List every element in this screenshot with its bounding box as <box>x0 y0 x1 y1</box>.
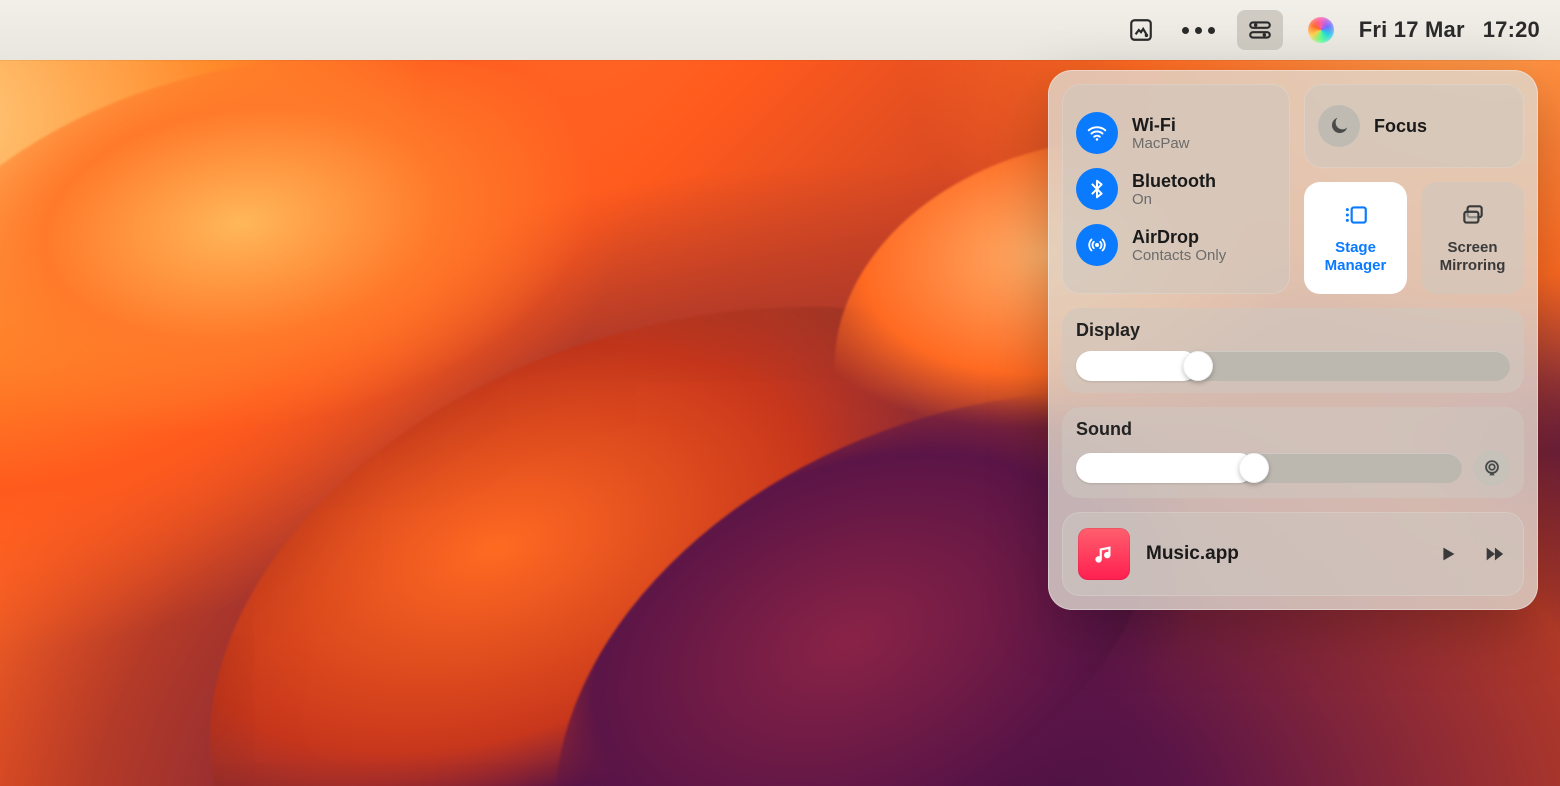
bluetooth-icon <box>1076 168 1118 210</box>
screen-mirroring-button[interactable]: Screen Mirroring <box>1421 182 1524 294</box>
brightness-slider-thumb[interactable] <box>1183 351 1213 381</box>
sound-module: Sound <box>1062 407 1524 498</box>
bluetooth-subtitle: On <box>1132 191 1216 208</box>
control-center-panel: Wi-Fi MacPaw Bluetooth On <box>1048 70 1538 610</box>
sound-title: Sound <box>1076 419 1510 440</box>
wifi-toggle[interactable]: Wi-Fi MacPaw <box>1076 112 1276 154</box>
next-track-button[interactable] <box>1480 540 1508 568</box>
desktop-background: Fri 17 Mar 17:20 Wi-Fi <box>0 0 1560 786</box>
screen-mirroring-label: Screen Mirroring <box>1440 239 1506 275</box>
display-title: Display <box>1076 320 1510 341</box>
brightness-slider[interactable] <box>1076 351 1510 381</box>
menu-bar-time[interactable]: 17:20 <box>1483 10 1540 50</box>
focus-toggle[interactable]: Focus <box>1304 84 1524 168</box>
menu-bar-date[interactable]: Fri 17 Mar <box>1359 10 1465 50</box>
focus-label: Focus <box>1374 116 1427 137</box>
moon-icon <box>1318 105 1360 147</box>
display-module: Display <box>1062 308 1524 393</box>
wifi-title: Wi-Fi <box>1132 115 1190 135</box>
airdrop-subtitle: Contacts Only <box>1132 247 1226 264</box>
airdrop-icon <box>1076 224 1118 266</box>
screenshot-menu-icon[interactable] <box>1121 10 1161 50</box>
stage-manager-icon <box>1343 202 1369 233</box>
volume-slider[interactable] <box>1076 453 1462 483</box>
now-playing-module[interactable]: Music.app <box>1062 512 1524 596</box>
stage-manager-label: Stage Manager <box>1325 239 1387 275</box>
network-module: Wi-Fi MacPaw Bluetooth On <box>1062 84 1290 294</box>
menu-bar: Fri 17 Mar 17:20 <box>0 0 1560 60</box>
bluetooth-toggle[interactable]: Bluetooth On <box>1076 168 1276 210</box>
now-playing-title: Music.app <box>1146 543 1418 565</box>
airdrop-toggle[interactable]: AirDrop Contacts Only <box>1076 224 1276 266</box>
airdrop-title: AirDrop <box>1132 227 1226 247</box>
wifi-icon <box>1076 112 1118 154</box>
siri-menu-icon[interactable] <box>1301 10 1341 50</box>
more-menu-icon[interactable] <box>1179 10 1219 50</box>
stage-manager-toggle[interactable]: Stage Manager <box>1304 182 1407 294</box>
volume-slider-thumb[interactable] <box>1239 453 1269 483</box>
music-app-icon <box>1078 528 1130 580</box>
wifi-subtitle: MacPaw <box>1132 135 1190 152</box>
airplay-audio-button[interactable] <box>1474 450 1510 486</box>
control-center-menu-icon[interactable] <box>1237 10 1283 50</box>
screen-mirroring-icon <box>1460 202 1486 233</box>
bluetooth-title: Bluetooth <box>1132 171 1216 191</box>
play-button[interactable] <box>1434 540 1462 568</box>
